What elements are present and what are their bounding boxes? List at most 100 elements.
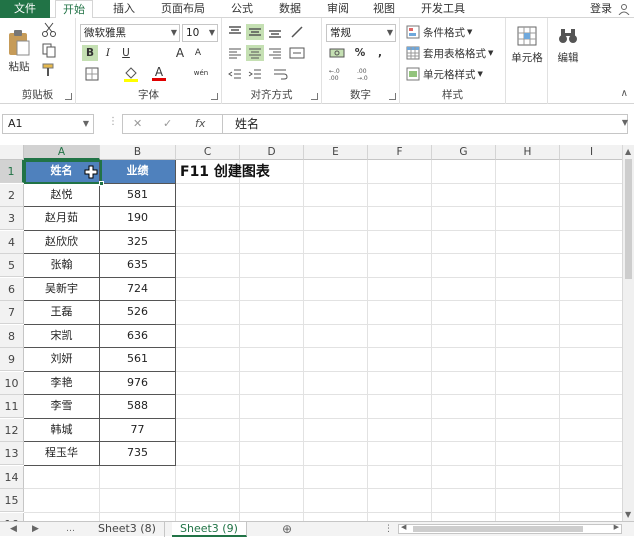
grid-cell[interactable] — [560, 207, 624, 231]
grid-cell[interactable] — [368, 324, 432, 348]
grid-cell[interactable] — [240, 324, 304, 348]
grid-cell[interactable] — [100, 512, 176, 521]
tab-developer[interactable]: 开发工具 — [412, 0, 474, 18]
grid-cell[interactable] — [496, 277, 560, 301]
horizontal-scroll-thumb[interactable] — [413, 526, 583, 532]
grid-cell[interactable] — [304, 418, 368, 442]
account-icon[interactable] — [618, 3, 630, 15]
merge-center-button[interactable] — [286, 45, 308, 61]
grid-cell[interactable] — [560, 324, 624, 348]
grid-cell[interactable] — [240, 254, 304, 278]
grid-cell[interactable] — [304, 371, 368, 395]
grid-cell[interactable] — [432, 183, 496, 207]
select-all-corner[interactable] — [0, 145, 24, 160]
grid-cell[interactable] — [240, 395, 304, 419]
grid-cell[interactable] — [176, 324, 240, 348]
row-header[interactable]: 4 — [0, 230, 24, 254]
grid-cell[interactable] — [496, 183, 560, 207]
expand-formula-bar-icon[interactable]: ▼ — [622, 118, 628, 127]
more-options-icon[interactable]: ⋮ — [108, 116, 118, 127]
format-painter-button[interactable] — [40, 62, 58, 78]
grid-cell[interactable] — [496, 418, 560, 442]
grid-cell[interactable] — [176, 254, 240, 278]
grid-cell[interactable] — [176, 348, 240, 372]
grid-cell[interactable] — [432, 512, 496, 521]
decrease-indent-button[interactable] — [226, 66, 244, 82]
grid-cell[interactable] — [496, 348, 560, 372]
grid-cell[interactable] — [176, 512, 240, 521]
font-color-button[interactable]: A — [148, 66, 170, 82]
chart-instruction-text[interactable]: F11 创建图表 — [180, 162, 270, 182]
grid-cell[interactable] — [368, 254, 432, 278]
row-header[interactable]: 12 — [0, 418, 24, 442]
shrink-font-button[interactable]: A — [190, 45, 206, 61]
column-header[interactable]: A — [24, 145, 100, 160]
row-header[interactable]: 1 — [0, 160, 24, 183]
tab-page-layout[interactable]: 页面布局 — [152, 0, 214, 18]
clipboard-launcher-icon[interactable] — [65, 93, 72, 100]
grid-cell[interactable] — [496, 301, 560, 325]
grid-cell[interactable] — [176, 301, 240, 325]
table-cell[interactable]: 李艳 — [24, 371, 100, 395]
sheet-next-icon[interactable]: ▶ — [32, 522, 39, 536]
grid-cell[interactable] — [560, 442, 624, 466]
grid-cell[interactable] — [240, 183, 304, 207]
grid-cell[interactable] — [432, 301, 496, 325]
tab-home[interactable]: 开始 — [55, 0, 93, 19]
grid-cell[interactable] — [368, 301, 432, 325]
row-header[interactable]: 16 — [0, 512, 24, 521]
grid-cell[interactable] — [560, 301, 624, 325]
grid-cell[interactable] — [560, 418, 624, 442]
collapse-ribbon-icon[interactable]: ∧ — [621, 88, 628, 99]
copy-button[interactable] — [40, 42, 58, 58]
column-header[interactable]: C — [176, 145, 240, 160]
grid-cell[interactable] — [304, 277, 368, 301]
column-header[interactable]: G — [432, 145, 496, 160]
font-launcher-icon[interactable] — [211, 93, 218, 100]
align-bottom-button[interactable] — [266, 24, 284, 40]
scroll-down-icon[interactable]: ▼ — [625, 510, 631, 519]
editing-button[interactable]: 编辑 — [550, 22, 586, 68]
grid-cell[interactable] — [560, 183, 624, 207]
grid-cell[interactable] — [368, 230, 432, 254]
grid-cell[interactable] — [368, 371, 432, 395]
grid-cell[interactable] — [368, 442, 432, 466]
sheet-tab[interactable]: Sheet3 (8) — [90, 522, 165, 537]
orientation-button[interactable] — [286, 24, 308, 40]
grid-cell[interactable] — [240, 418, 304, 442]
row-header[interactable]: 2 — [0, 183, 24, 207]
grid-cell[interactable] — [176, 442, 240, 466]
row-header[interactable]: 15 — [0, 489, 24, 512]
number-launcher-icon[interactable] — [389, 93, 396, 100]
grid-cell[interactable] — [560, 395, 624, 419]
table-cell[interactable]: 张翰 — [24, 254, 100, 278]
grid-cell[interactable] — [368, 512, 432, 521]
row-header[interactable]: 7 — [0, 301, 24, 324]
sheet-prev-icon[interactable]: ◀ — [10, 522, 17, 536]
grid-cell[interactable] — [176, 465, 240, 489]
grid-cell[interactable] — [24, 489, 100, 513]
table-cell[interactable]: 561 — [100, 348, 176, 372]
grid-cell[interactable] — [304, 465, 368, 489]
column-header[interactable]: H — [496, 145, 560, 160]
table-cell[interactable]: 526 — [100, 301, 176, 325]
accounting-format-button[interactable] — [326, 45, 348, 61]
column-header[interactable]: B — [100, 145, 176, 160]
grid-cell[interactable] — [432, 465, 496, 489]
row-header[interactable]: 8 — [0, 324, 24, 348]
grid-cell[interactable] — [560, 254, 624, 278]
grid-cell[interactable] — [496, 254, 560, 278]
login-link[interactable]: 登录 — [590, 0, 612, 17]
grid-cell[interactable] — [368, 207, 432, 231]
grid-cell[interactable] — [240, 301, 304, 325]
grid-cell[interactable] — [176, 395, 240, 419]
grid-cell[interactable] — [496, 512, 560, 521]
grid-cell[interactable] — [368, 395, 432, 419]
grid-cell[interactable] — [560, 489, 624, 513]
row-header[interactable]: 13 — [0, 442, 24, 465]
grid-cell[interactable] — [432, 395, 496, 419]
grid-cell[interactable] — [496, 442, 560, 466]
wrap-text-button[interactable] — [270, 66, 292, 82]
formula-input[interactable]: 姓名 — [222, 114, 628, 134]
grid-cell[interactable] — [368, 160, 432, 184]
